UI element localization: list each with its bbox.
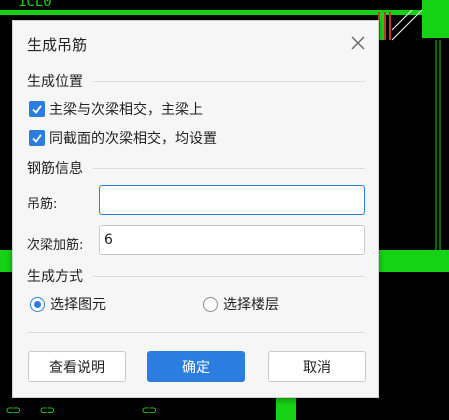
option-main-beam-intersect[interactable]: 主梁与次梁相交，主梁上 xyxy=(29,99,203,119)
method-section-label: 生成方式 xyxy=(27,269,83,285)
radio-label: 选择图元 xyxy=(50,297,106,313)
hanger-field-label: 吊筋: xyxy=(27,197,58,212)
checkbox-checked-icon[interactable] xyxy=(29,130,45,146)
radio-selected-icon[interactable] xyxy=(30,296,45,312)
svg-text:⊂⊃: ⊂⊃ xyxy=(40,403,54,417)
ok-button[interactable]: 确定 xyxy=(147,351,245,382)
hanger-input[interactable] xyxy=(99,185,365,215)
radio-unselected-icon[interactable] xyxy=(203,296,218,312)
checkbox-checked-icon[interactable] xyxy=(29,101,45,117)
radio-select-element[interactable]: 选择图元 xyxy=(30,294,106,314)
close-icon[interactable] xyxy=(348,33,368,53)
generate-hanger-dialog: 生成吊筋 生成位置 主梁与次梁相交，主梁上 同截面的次梁相交，均设置 钢筋信息 … xyxy=(12,20,379,398)
option-label: 同截面的次梁相交，均设置 xyxy=(49,131,217,147)
dialog-title: 生成吊筋 xyxy=(27,36,88,54)
position-section-label: 生成位置 xyxy=(27,74,83,90)
footer-divider xyxy=(27,332,365,333)
svg-text:⊂⊃: ⊂⊃ xyxy=(6,403,20,417)
secondary-rebar-input[interactable] xyxy=(99,225,365,255)
method-section-divider xyxy=(93,276,365,277)
position-section-divider xyxy=(93,81,365,82)
rebar-section-label: 钢筋信息 xyxy=(27,161,83,177)
option-same-section-intersect[interactable]: 同截面的次梁相交，均设置 xyxy=(29,128,217,148)
help-button[interactable]: 查看说明 xyxy=(28,351,126,382)
rebar-section-divider xyxy=(93,168,365,169)
svg-text:⊂⊃: ⊂⊃ xyxy=(142,403,156,417)
radio-select-floor[interactable]: 选择楼层 xyxy=(203,294,279,314)
radio-label: 选择楼层 xyxy=(223,297,279,313)
secondary-rebar-label: 次梁加筋: xyxy=(27,238,84,253)
option-label: 主梁与次梁相交，主梁上 xyxy=(49,102,203,118)
cancel-button[interactable]: 取消 xyxy=(268,351,366,382)
